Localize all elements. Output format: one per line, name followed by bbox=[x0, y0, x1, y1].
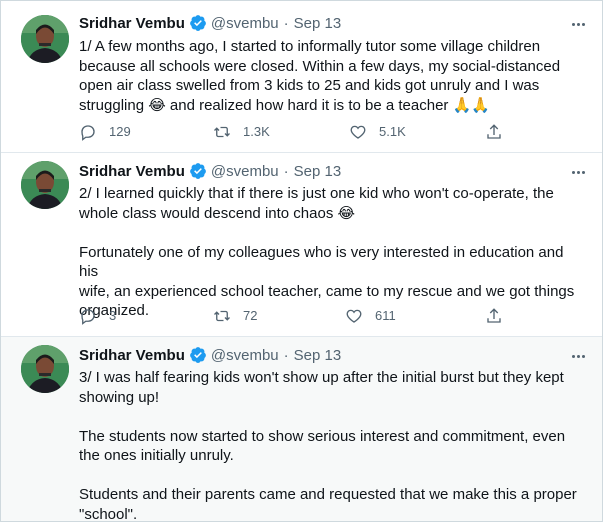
verified-badge-icon bbox=[189, 346, 207, 364]
tweet-header: Sridhar Vembu @svembu · Sep 13 bbox=[79, 161, 341, 181]
verified-badge-icon bbox=[189, 14, 207, 32]
tweet-text: 1/ A few months ago, I started to inform… bbox=[79, 38, 561, 114]
tweet-date[interactable]: Sep 13 bbox=[294, 347, 342, 364]
display-name[interactable]: Sridhar Vembu bbox=[79, 15, 185, 32]
tweet-actions: 129 1.3K 5.1K bbox=[79, 122, 579, 142]
share-icon bbox=[487, 308, 501, 323]
verified-badge-icon bbox=[189, 162, 207, 180]
tweet-date[interactable]: Sep 13 bbox=[294, 15, 342, 32]
retweet-button[interactable]: 72 bbox=[213, 306, 257, 326]
avatar[interactable] bbox=[21, 15, 69, 63]
like-count: 611 bbox=[375, 308, 396, 323]
like-button[interactable]: 611 bbox=[345, 306, 396, 326]
more-icon[interactable] bbox=[568, 165, 588, 179]
tweet-actions: 3 72 611 bbox=[79, 306, 579, 326]
separator-dot: · bbox=[283, 14, 289, 32]
tweet-text: 3/ I was half fearing kids won't show up… bbox=[79, 369, 577, 522]
reply-count: 129 bbox=[109, 124, 131, 139]
heart-icon bbox=[350, 125, 366, 139]
like-count: 5.1K bbox=[379, 124, 406, 139]
reply-count: 3 bbox=[109, 308, 117, 323]
share-button[interactable] bbox=[485, 306, 515, 326]
tweet-2[interactable]: Sridhar Vembu @svembu · Sep 13 2/ I lear… bbox=[1, 153, 602, 336]
more-icon[interactable] bbox=[568, 349, 588, 363]
user-handle[interactable]: @svembu bbox=[211, 347, 279, 364]
share-button[interactable] bbox=[485, 122, 515, 142]
more-icon[interactable] bbox=[568, 17, 588, 31]
share-icon bbox=[487, 124, 501, 139]
avatar[interactable] bbox=[21, 161, 69, 209]
reply-icon bbox=[81, 309, 95, 325]
like-button[interactable]: 5.1K bbox=[349, 122, 406, 142]
tweet-text: 2/ I learned quickly that if there is ju… bbox=[79, 185, 575, 319]
avatar[interactable] bbox=[21, 345, 69, 393]
tweet-header: Sridhar Vembu @svembu · Sep 13 bbox=[79, 13, 341, 33]
retweet-icon bbox=[214, 310, 230, 322]
tweet-thread: Sridhar Vembu @svembu · Sep 13 1/ A few … bbox=[0, 0, 603, 522]
tweet-header: Sridhar Vembu @svembu · Sep 13 bbox=[79, 345, 341, 365]
heart-icon bbox=[346, 309, 362, 323]
reply-button[interactable]: 129 bbox=[79, 122, 131, 142]
separator-dot: · bbox=[283, 346, 289, 364]
tweet-date[interactable]: Sep 13 bbox=[294, 163, 342, 180]
retweet-icon bbox=[214, 126, 230, 138]
display-name[interactable]: Sridhar Vembu bbox=[79, 163, 185, 180]
tweet-1[interactable]: Sridhar Vembu @svembu · Sep 13 1/ A few … bbox=[1, 1, 602, 152]
separator-dot: · bbox=[283, 162, 289, 180]
tweet-3[interactable]: Sridhar Vembu @svembu · Sep 13 3/ I was … bbox=[1, 337, 602, 522]
user-handle[interactable]: @svembu bbox=[211, 163, 279, 180]
user-handle[interactable]: @svembu bbox=[211, 15, 279, 32]
reply-button[interactable]: 3 bbox=[79, 306, 116, 326]
retweet-count: 72 bbox=[243, 308, 258, 323]
display-name[interactable]: Sridhar Vembu bbox=[79, 347, 185, 364]
retweet-count: 1.3K bbox=[243, 124, 270, 139]
retweet-button[interactable]: 1.3K bbox=[213, 122, 270, 142]
reply-icon bbox=[81, 125, 95, 141]
